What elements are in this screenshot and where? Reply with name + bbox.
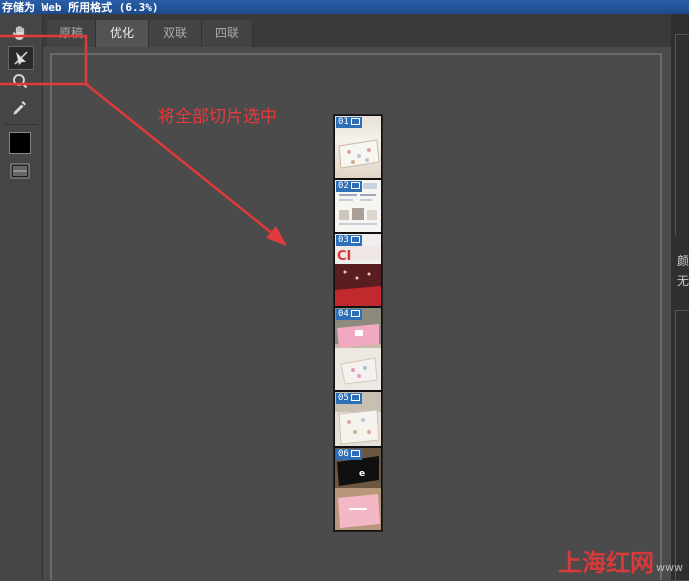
image-slice-icon — [350, 394, 360, 401]
rug-photo — [335, 308, 381, 390]
slice-02[interactable]: 02 — [335, 180, 381, 232]
eyedropper-color-swatch[interactable] — [8, 132, 32, 154]
image-slice-icon — [350, 182, 360, 189]
tool-panel — [0, 14, 43, 580]
rug-photo: e — [335, 448, 381, 530]
slice-04[interactable]: 04 — [335, 308, 381, 390]
slice-select-tool-button[interactable] — [8, 46, 34, 70]
slice-05[interactable]: 05 — [335, 392, 381, 446]
slice-number-badge: 02 — [336, 181, 362, 192]
tab-2-up[interactable]: 双联 — [149, 20, 202, 47]
tab-4-up[interactable]: 四联 — [202, 20, 253, 47]
settings-label: 无 — [677, 274, 689, 288]
slice-number-badge: 05 — [336, 393, 362, 404]
settings-label: 颜 — [677, 254, 689, 268]
slice-number-badge: 06 — [336, 449, 362, 460]
watermark: 上海红网 www — [558, 543, 683, 578]
watermark-text: 上海红网 — [558, 549, 654, 577]
image-slice-icon — [350, 236, 360, 243]
eyedropper-icon — [13, 101, 26, 115]
slice-03[interactable]: CI 03 — [335, 234, 381, 306]
image-slice-icon — [350, 310, 360, 317]
slice-number-badge: 04 — [336, 309, 362, 320]
svg-text:CI: CI — [337, 249, 351, 264]
slice-select-icon — [14, 51, 28, 65]
slice-number-badge: 03 — [336, 235, 362, 246]
hand-icon — [12, 25, 25, 41]
image-slice-icon — [350, 450, 360, 457]
tab-optimized[interactable]: 优化 — [96, 20, 149, 47]
watermark-suffix: www — [656, 561, 683, 574]
slice-06[interactable]: e 06 — [335, 448, 381, 530]
sliced-image-preview[interactable]: 01 02 CI 03 04 05 e 06 — [333, 114, 383, 532]
image-slice-icon — [350, 118, 360, 125]
hand-tool-button[interactable] — [8, 22, 32, 44]
slice-number-badge: 01 — [336, 117, 362, 128]
color-swatch-icon — [9, 132, 31, 154]
toggle-slices-icon — [10, 163, 30, 179]
window-title-bar: 存储为 Web 所用格式 (6.3%) — [0, 0, 689, 14]
zoom-tool-button[interactable] — [8, 70, 32, 92]
window-title: 存储为 Web 所用格式 (6.3%) — [2, 1, 159, 14]
view-tabs: 原稿 优化 双联 四联 — [43, 14, 671, 47]
svg-text:e: e — [359, 469, 365, 479]
toggle-slices-visibility-button[interactable] — [8, 160, 32, 182]
annotation-text: 将全部切片选中 — [158, 107, 277, 127]
eyedropper-tool-button[interactable] — [8, 96, 32, 118]
slice-01[interactable]: 01 — [335, 116, 381, 178]
zoom-icon — [13, 74, 28, 89]
tab-original[interactable]: 原稿 — [47, 20, 96, 47]
settings-panel: 颜 无 — [671, 14, 689, 581]
